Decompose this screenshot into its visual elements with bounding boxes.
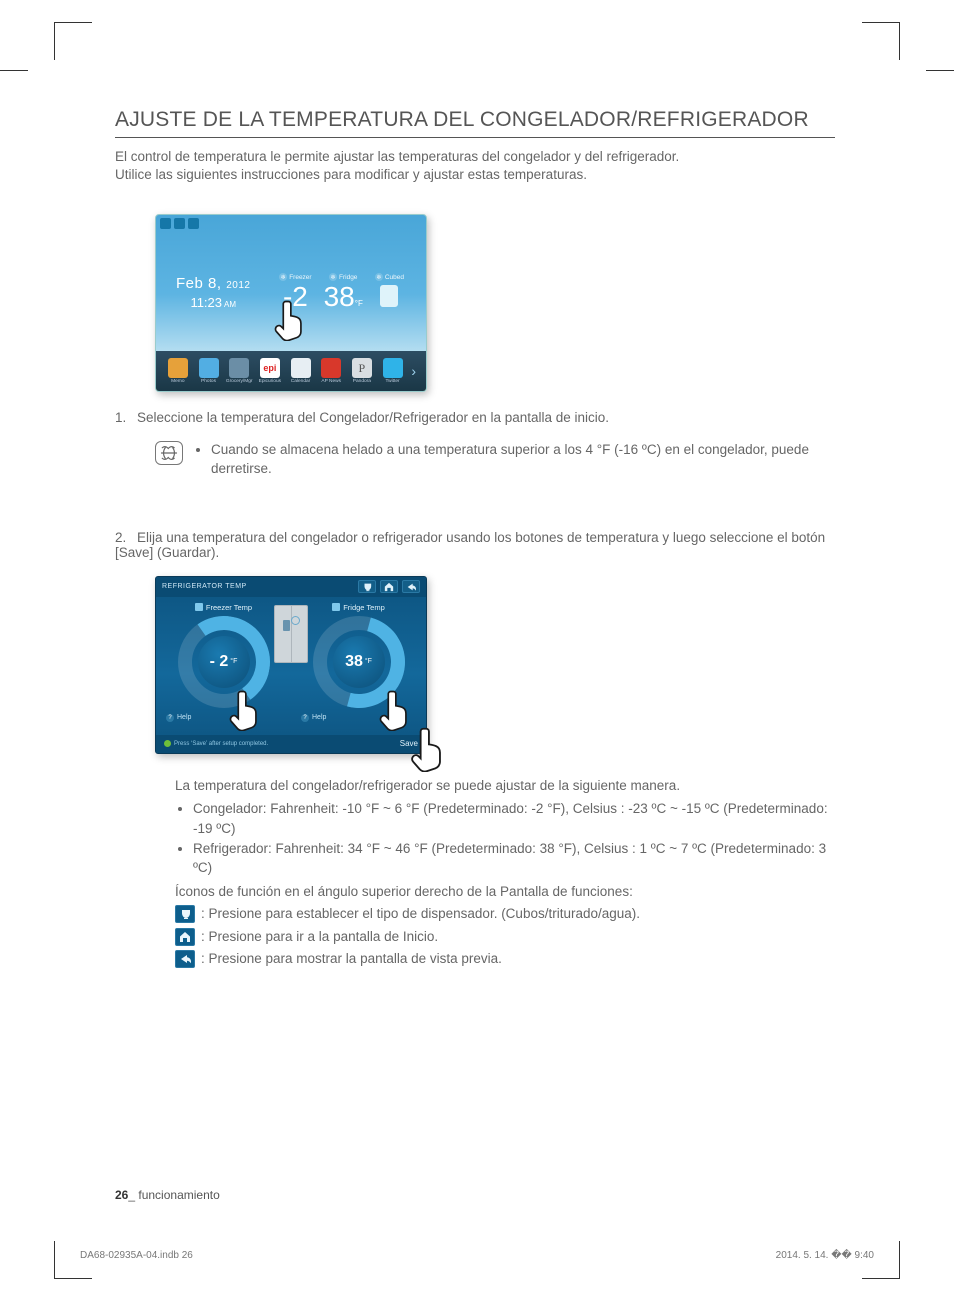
- step-2: 2.Elija una temperatura del congelador o…: [115, 530, 835, 560]
- help-label[interactable]: Help: [312, 714, 326, 721]
- fridge-widget[interactable]: ❄Fridge 38°F: [324, 273, 363, 311]
- icon-home-text: : Presione para ir a la pantalla de Inic…: [201, 927, 438, 947]
- photos-icon: [199, 358, 219, 378]
- dispenser-button[interactable]: [358, 580, 376, 593]
- dock-label: Pandora: [353, 379, 371, 384]
- freezer-dial-value: - 2: [210, 653, 229, 671]
- status-icons: [160, 218, 199, 229]
- cubed-caption: Cubed: [385, 274, 404, 281]
- memo-icon: [168, 358, 188, 378]
- calendar-icon: [291, 358, 311, 378]
- page-section: funcionamiento: [138, 1188, 219, 1202]
- back-icon: [175, 950, 195, 968]
- pandora-icon: P: [352, 358, 372, 378]
- intro-text: El control de temperatura le permite aju…: [115, 148, 835, 184]
- fridge-illustration: [274, 605, 308, 663]
- dock-label: Calendar: [291, 379, 310, 384]
- fridge-dial-unit: °F: [365, 658, 372, 665]
- note-text: Cuando se almacena helado a una temperat…: [211, 441, 835, 477]
- step-1-text: Seleccione la temperatura del Congelador…: [137, 410, 609, 425]
- dock-label: Epicurious: [259, 379, 281, 384]
- dock-grocery[interactable]: Grocery/Mgr: [225, 358, 253, 384]
- dock-memo[interactable]: Memo: [164, 358, 192, 384]
- fridge-caption: Fridge: [339, 274, 357, 281]
- cubed-widget[interactable]: ❄Cubed: [375, 273, 404, 307]
- note-box: Cuando se almacena helado a una temperat…: [155, 441, 835, 477]
- fridge-value: 38: [324, 281, 355, 312]
- hand-pointer-icon: [228, 689, 262, 731]
- clock-widget: Feb 8, 2012 11:23AM: [176, 275, 250, 310]
- section-title: AJUSTE DE LA TEMPERATURA DEL CONGELADOR/…: [115, 108, 835, 138]
- icon-back-text: : Presione para mostrar la pantalla de v…: [201, 949, 502, 969]
- dock-label: Twitter: [385, 379, 399, 384]
- step-2-text: Elija una temperatura del congelador o r…: [115, 530, 825, 560]
- note-icon: [155, 441, 183, 465]
- dock-photos[interactable]: Photos: [195, 358, 223, 384]
- freezer-dial-unit: °F: [230, 658, 237, 665]
- icon-disp-text: : Presione para establecer el tipo de di…: [201, 904, 640, 924]
- hand-pointer-icon: [378, 689, 412, 731]
- dock-calendar[interactable]: Calendar: [287, 358, 315, 384]
- dock-label: AP News: [321, 379, 341, 384]
- step-1: 1.Seleccione la temperatura del Congelad…: [115, 410, 835, 425]
- icons-intro: Íconos de función en el ángulo superior …: [175, 882, 835, 902]
- cubed-icon: [380, 285, 398, 307]
- dock-epicurious[interactable]: epiEpicurious: [256, 358, 284, 384]
- date-main: Feb 8,: [176, 275, 222, 292]
- home-button[interactable]: [380, 580, 398, 593]
- explanation-block: La temperatura del congelador/refrigerad…: [175, 776, 835, 969]
- app-dock: Memo Photos Grocery/Mgr epiEpicurious Ca…: [156, 351, 426, 391]
- dock-pandora[interactable]: PPandora: [348, 358, 376, 384]
- page-no: 26: [115, 1188, 128, 1202]
- dock-label: Photos: [201, 379, 216, 384]
- hand-pointer-icon: [273, 299, 307, 341]
- dock-twitter[interactable]: Twitter: [379, 358, 407, 384]
- print-footer-left: DA68-02935A-04.indb 26: [80, 1250, 193, 1261]
- freezer-caption: Freezer: [289, 274, 311, 281]
- intro-line1: El control de temperatura le permite aju…: [115, 149, 679, 164]
- fridge-sub: Fridge Temp: [343, 603, 385, 612]
- explain-intro: La temperatura del congelador/refrigerad…: [175, 776, 835, 796]
- fridge-glyph-icon: [332, 603, 340, 611]
- page-number: 26_ funcionamiento: [115, 1188, 220, 1202]
- help-label[interactable]: Help: [177, 714, 191, 721]
- fridge-unit: °F: [355, 299, 363, 308]
- intro-line2: Utilice las siguientes instrucciones par…: [115, 167, 587, 182]
- freezer-sub: Freezer Temp: [206, 603, 252, 612]
- home-icon: [175, 928, 195, 946]
- dock-apnews[interactable]: AP News: [317, 358, 345, 384]
- bullet-freezer: Congelador: Fahrenheit: -10 °F ~ 6 °F (P…: [193, 799, 835, 838]
- temp-screen-screenshot: REFRIGERATOR TEMP Freezer Temp - 2°F ?He…: [155, 576, 427, 754]
- apnews-icon: [321, 358, 341, 378]
- time-ampm: AM: [224, 300, 236, 309]
- time-value: 11:23: [190, 295, 222, 310]
- back-button[interactable]: [402, 580, 420, 593]
- home-screen-screenshot: Feb 8, 2012 11:23AM ❄Freezer -2 ❄Fridge …: [155, 214, 427, 392]
- hand-pointer-icon: [409, 726, 447, 772]
- snowflake-icon: [195, 603, 203, 611]
- dispenser-icon: [175, 905, 195, 923]
- dock-label: Grocery/Mgr: [226, 379, 253, 384]
- freezer-panel: Freezer Temp - 2°F ?Help: [156, 597, 291, 735]
- date-year: 2012: [226, 280, 250, 291]
- grocery-icon: [229, 358, 249, 378]
- bullet-fridge: Refrigerador: Fahrenheit: 34 °F ~ 46 °F …: [193, 839, 835, 878]
- dock-next-icon[interactable]: ›: [409, 363, 418, 379]
- epicurious-icon: epi: [260, 358, 280, 378]
- print-footer-right: 2014. 5. 14. �� 9:40: [776, 1250, 874, 1261]
- fridge-dial-value: 38: [345, 653, 363, 671]
- dock-label: Memo: [171, 379, 184, 384]
- twitter-icon: [383, 358, 403, 378]
- save-hint: Press ‘Save’ after setup completed.: [174, 741, 268, 747]
- temp-screen-title: REFRIGERATOR TEMP: [162, 583, 247, 590]
